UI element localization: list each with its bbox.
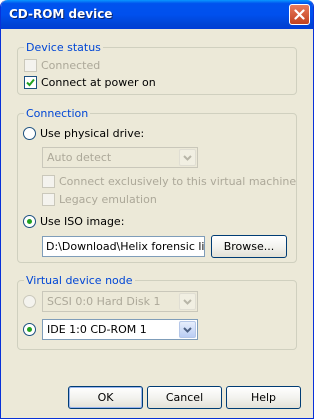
connect-exclusively-label: Connect exclusively to this virtual mach… bbox=[59, 175, 297, 188]
connected-checkbox[interactable] bbox=[24, 59, 37, 72]
connected-label: Connected bbox=[41, 59, 101, 72]
connect-exclusively-row: Connect exclusively to this virtual mach… bbox=[42, 174, 296, 189]
ok-button[interactable]: OK bbox=[68, 386, 143, 409]
ide-node-dropdown-button[interactable] bbox=[179, 321, 196, 338]
cdrom-device-dialog: CD-ROM device Device status Connected Co… bbox=[0, 0, 314, 419]
window-title: CD-ROM device bbox=[9, 7, 113, 21]
use-iso-image-label: Use ISO image: bbox=[40, 215, 125, 228]
connect-power-on-row: Connect at power on bbox=[24, 75, 156, 90]
iso-path-value: D:\Download\Helix forensic live bbox=[46, 240, 205, 253]
scsi-node-value: SCSI 0:0 Hard Disk 1 bbox=[47, 295, 161, 308]
title-bar[interactable]: CD-ROM device bbox=[1, 0, 313, 29]
scsi-node-row bbox=[23, 294, 40, 309]
device-status-legend: Device status bbox=[24, 41, 103, 54]
help-label: Help bbox=[250, 391, 277, 404]
use-physical-drive-row: Use physical drive: bbox=[23, 126, 144, 141]
scsi-node-radio[interactable] bbox=[23, 295, 36, 308]
chevron-down-icon bbox=[183, 154, 192, 161]
iso-path-input[interactable]: D:\Download\Helix forensic live bbox=[42, 236, 205, 257]
use-physical-drive-label: Use physical drive: bbox=[40, 127, 145, 140]
ide-node-select[interactable]: IDE 1:0 CD-ROM 1 bbox=[42, 319, 198, 340]
close-icon bbox=[294, 9, 305, 20]
use-physical-drive-radio[interactable] bbox=[23, 127, 36, 140]
use-iso-image-row: Use ISO image: bbox=[23, 214, 124, 229]
ide-node-radio[interactable] bbox=[23, 323, 36, 336]
connect-power-on-label: Connect at power on bbox=[41, 76, 156, 89]
chevron-down-icon bbox=[183, 298, 192, 305]
ok-label: OK bbox=[97, 391, 114, 404]
legacy-emulation-row: Legacy emulation bbox=[42, 192, 157, 207]
cancel-label: Cancel bbox=[165, 391, 204, 404]
help-button[interactable]: Help bbox=[226, 386, 301, 409]
connected-checkbox-row: Connected bbox=[24, 58, 100, 73]
virtual-device-node-legend: Virtual device node bbox=[24, 274, 135, 287]
browse-button[interactable]: Browse... bbox=[211, 235, 287, 258]
ide-node-value: IDE 1:0 CD-ROM 1 bbox=[47, 323, 147, 336]
physical-drive-select[interactable]: Auto detect bbox=[42, 147, 198, 168]
scsi-node-select[interactable]: SCSI 0:0 Hard Disk 1 bbox=[42, 291, 198, 312]
physical-drive-value: Auto detect bbox=[47, 151, 112, 164]
radio-selected-dot bbox=[27, 219, 32, 224]
legacy-emulation-checkbox[interactable] bbox=[42, 193, 55, 206]
scsi-node-dropdown-button[interactable] bbox=[179, 293, 196, 310]
cancel-button[interactable]: Cancel bbox=[147, 386, 222, 409]
chevron-down-icon bbox=[183, 326, 192, 333]
connect-exclusively-checkbox[interactable] bbox=[42, 175, 55, 188]
use-iso-image-radio[interactable] bbox=[23, 215, 36, 228]
connection-legend: Connection bbox=[24, 107, 91, 120]
physical-drive-dropdown-button[interactable] bbox=[179, 149, 196, 166]
legacy-emulation-label: Legacy emulation bbox=[59, 193, 157, 206]
ide-node-row bbox=[23, 322, 40, 337]
checkmark-icon bbox=[26, 78, 35, 87]
connect-power-on-checkbox[interactable] bbox=[24, 76, 37, 89]
close-button[interactable] bbox=[289, 4, 310, 25]
browse-label: Browse... bbox=[223, 240, 275, 253]
radio-selected-dot bbox=[27, 327, 32, 332]
